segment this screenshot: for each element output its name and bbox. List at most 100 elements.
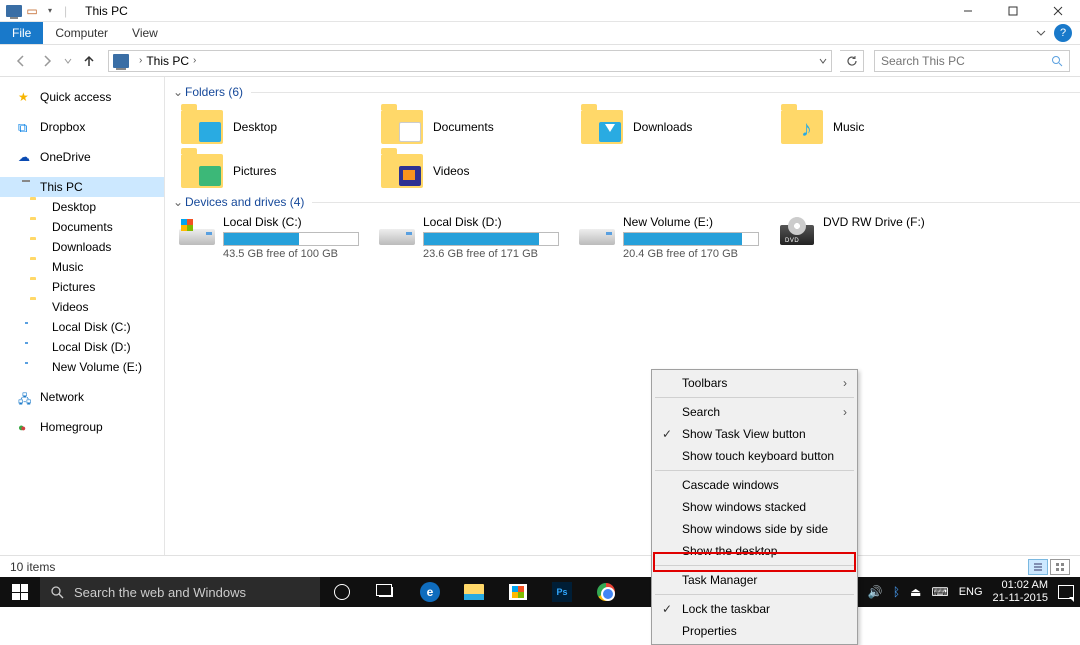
forward-button[interactable] [36,50,58,72]
breadcrumb-this-pc[interactable]: This PC [146,54,189,68]
ctx-separator [655,470,854,471]
action-center-icon[interactable] [1058,585,1074,599]
maximize-button[interactable] [990,0,1035,22]
drive-icon [177,215,217,245]
ctx-show-task-view[interactable]: ✓Show Task View button [654,423,855,445]
nav-network[interactable]: 🖧Network [0,387,164,407]
taskbar-app-explorer[interactable] [452,577,496,607]
nav-this-pc[interactable]: This PC [0,177,164,197]
group-header-label: Folders (6) [185,85,243,99]
usage-bar [423,232,559,246]
chevron-right-icon[interactable]: › [139,55,142,66]
nav-homegroup[interactable]: ●●Homegroup [0,417,164,437]
address-bar[interactable]: › This PC › [108,50,832,72]
nav-desktop[interactable]: Desktop [0,197,164,217]
nav-onedrive[interactable]: ☁OneDrive [0,147,164,167]
nav-music[interactable]: Music [0,257,164,277]
ctx-label: Show Task View button [682,427,806,441]
dropbox-icon: ⧉ [18,120,34,134]
taskbar-app-chrome[interactable] [584,577,628,607]
ribbon-expand-icon[interactable] [1028,22,1054,44]
navigation-pane: ★Quick access ⧉Dropbox ☁OneDrive This PC… [0,77,165,564]
folder-label: Pictures [233,164,276,178]
help-icon[interactable]: ? [1054,24,1072,42]
address-dropdown-icon[interactable] [819,57,827,65]
chevron-down-icon[interactable]: ⌄ [171,85,185,99]
nav-pictures[interactable]: Pictures [0,277,164,297]
chevron-right-icon[interactable]: › [193,55,196,66]
tray-language[interactable]: ENG [959,586,983,598]
taskbar-app-photoshop[interactable]: Ps [540,577,584,607]
qat-dropdown-icon[interactable]: ▾ [42,3,58,19]
up-button[interactable] [78,50,100,72]
folder-pictures[interactable]: Pictures [171,149,371,193]
ctx-lock-taskbar[interactable]: ✓Lock the taskbar [654,598,855,620]
ctx-show-desktop[interactable]: Show the desktop [654,540,855,562]
tray-bluetooth-icon[interactable]: ᛒ [893,585,900,599]
tab-view[interactable]: View [120,22,170,44]
search-input[interactable] [881,54,1051,68]
ctx-show-stacked[interactable]: Show windows stacked [654,496,855,518]
tray-keyboard-icon[interactable]: ⌨ [931,585,948,599]
minimize-button[interactable] [945,0,990,22]
start-button[interactable] [0,577,40,607]
search-icon[interactable] [1051,55,1063,67]
drive-d[interactable]: Local Disk (D:) 23.6 GB free of 171 GB [371,215,571,260]
nav-videos[interactable]: Videos [0,297,164,317]
task-view-button[interactable] [364,577,408,607]
nav-local-disk-c[interactable]: Local Disk (C:) [0,317,164,337]
folder-music[interactable]: Music [771,105,971,149]
nav-dropbox[interactable]: ⧉Dropbox [0,117,164,137]
ctx-search[interactable]: Search› [654,401,855,423]
folder-icon [30,220,46,234]
drive-icon [577,215,617,245]
folder-icon [30,240,46,254]
qat-properties-icon[interactable]: ▭ [24,3,40,19]
nav-label: Desktop [52,200,96,214]
drive-f-dvd[interactable]: DVD RW Drive (F:) [771,215,971,260]
ctx-properties[interactable]: Properties [654,620,855,642]
close-button[interactable] [1035,0,1080,22]
search-box[interactable] [874,50,1070,72]
taskbar[interactable]: Search the web and Windows e Ps ˄ ☁ ▮▯ ⏚… [0,577,1080,607]
usage-bar [623,232,759,246]
tray-volume-icon[interactable]: 🔊 [868,585,883,599]
chevron-down-icon[interactable]: ⌄ [171,195,185,209]
folder-videos[interactable]: Videos [371,149,571,193]
cortana-button[interactable] [320,577,364,607]
drive-e[interactable]: New Volume (E:) 20.4 GB free of 170 GB [571,215,771,260]
folder-desktop[interactable]: Desktop [171,105,371,149]
drive-c[interactable]: Local Disk (C:) 43.5 GB free of 100 GB [171,215,371,260]
group-header-drives[interactable]: ⌄ Devices and drives (4) [171,195,1080,209]
back-button[interactable] [10,50,32,72]
nav-local-disk-d[interactable]: Local Disk (D:) [0,337,164,357]
ctx-task-manager[interactable]: Task Manager [654,569,855,591]
ctx-toolbars[interactable]: Toolbars› [654,372,855,394]
tray-clock[interactable]: 01:02 AM 21-11-2015 [993,579,1048,605]
group-header-folders[interactable]: ⌄ Folders (6) [171,85,1080,99]
drive-label: DVD RW Drive (F:) [823,215,959,229]
nav-quick-access[interactable]: ★Quick access [0,87,164,107]
folder-downloads[interactable]: Downloads [571,105,771,149]
refresh-button[interactable] [840,50,864,72]
ctx-show-touch-keyboard[interactable]: Show touch keyboard button [654,445,855,467]
ctx-label: Show touch keyboard button [682,449,834,463]
folder-documents[interactable]: Documents [371,105,571,149]
recent-locations-button[interactable] [62,50,74,72]
tab-file[interactable]: File [0,22,43,44]
tray-safe-remove-icon[interactable]: ⏏ [910,585,921,599]
taskbar-app-edge[interactable]: e [408,577,452,607]
taskbar-search[interactable]: Search the web and Windows [40,577,320,607]
taskbar-app-store[interactable] [496,577,540,607]
nav-downloads[interactable]: Downloads [0,237,164,257]
folder-label: Music [833,120,864,134]
ctx-show-side-by-side[interactable]: Show windows side by side [654,518,855,540]
ctx-cascade-windows[interactable]: Cascade windows [654,474,855,496]
tab-computer[interactable]: Computer [43,22,120,44]
drive-free-text: 23.6 GB free of 171 GB [423,248,559,260]
nav-new-volume-e[interactable]: New Volume (E:) [0,357,164,377]
large-icons-view-button[interactable] [1050,559,1070,575]
nav-documents[interactable]: Documents [0,217,164,237]
details-view-button[interactable] [1028,559,1048,575]
network-icon: 🖧 [18,390,34,404]
